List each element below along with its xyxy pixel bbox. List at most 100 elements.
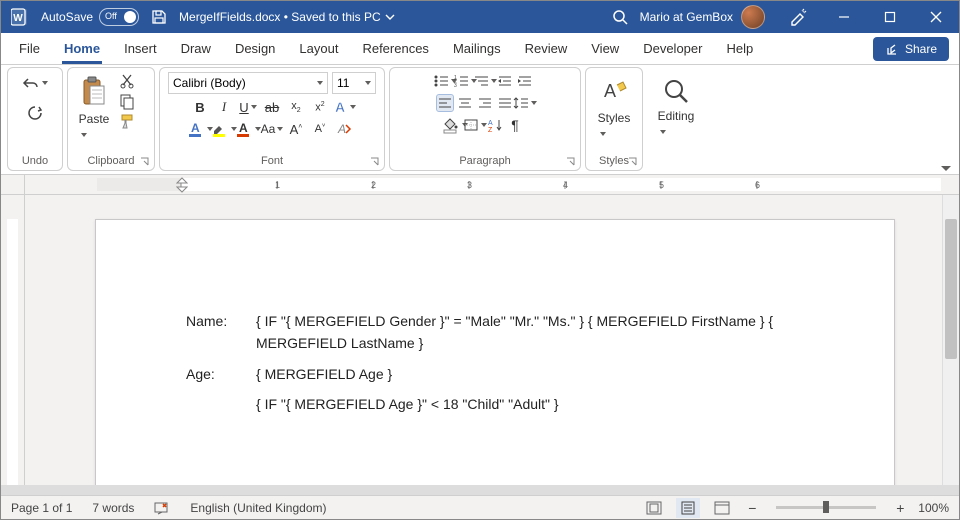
field-value: { IF "{ MERGEFIELD Gender }" = "Male" "M…: [256, 310, 804, 355]
tab-file[interactable]: File: [7, 32, 52, 64]
search-button[interactable]: [600, 9, 640, 25]
styles-button[interactable]: A Styles: [592, 72, 636, 144]
zoom-slider[interactable]: [776, 506, 876, 509]
svg-text:Z: Z: [488, 127, 493, 134]
group-undo-label: Undo: [8, 153, 62, 170]
editing-button[interactable]: Editing: [653, 71, 699, 143]
align-right-button[interactable]: [476, 94, 494, 112]
text-effects-button[interactable]: A: [335, 98, 353, 116]
status-language[interactable]: English (United Kingdom): [190, 501, 326, 515]
minimize-button[interactable]: [821, 1, 867, 33]
tab-references[interactable]: References: [350, 32, 440, 64]
decrease-indent-button[interactable]: [496, 72, 514, 90]
redo-button[interactable]: [20, 102, 50, 124]
subscript-button[interactable]: x2: [287, 98, 305, 116]
status-words[interactable]: 7 words: [92, 501, 134, 515]
document-body[interactable]: Name: { IF "{ MERGEFIELD Gender }" = "Ma…: [96, 220, 894, 416]
strikethrough-button[interactable]: ab: [263, 98, 281, 116]
tab-draw[interactable]: Draw: [169, 32, 223, 64]
bold-button[interactable]: B: [191, 98, 209, 116]
title-bar: W AutoSave Off MergeIfFields.docx • Save…: [1, 1, 959, 33]
multilevel-button[interactable]: [476, 72, 494, 90]
group-styles: A Styles Styles: [585, 67, 643, 171]
group-paragraph: 123 AZ ¶ Paragraph: [389, 67, 581, 171]
tab-review[interactable]: Review: [513, 32, 580, 64]
align-center-button[interactable]: [456, 94, 474, 112]
close-button[interactable]: [913, 1, 959, 33]
group-font: Calibri (Body) 11 B I U ab x2 x2 A A A A…: [159, 67, 385, 171]
zoom-out-button[interactable]: −: [744, 500, 760, 516]
share-button[interactable]: Share: [873, 37, 949, 61]
format-painter-button[interactable]: [118, 112, 136, 130]
font-name-combo[interactable]: Calibri (Body): [168, 72, 328, 94]
paragraph-launcher-icon[interactable]: [566, 157, 576, 167]
tab-help[interactable]: Help: [714, 32, 765, 64]
increase-indent-button[interactable]: [516, 72, 534, 90]
font-size-combo[interactable]: 11: [332, 72, 376, 94]
vertical-ruler[interactable]: [1, 195, 25, 485]
tab-design[interactable]: Design: [223, 32, 287, 64]
tab-home[interactable]: Home: [52, 32, 112, 64]
underline-button[interactable]: U: [239, 98, 257, 116]
paste-icon: [80, 76, 108, 108]
group-paragraph-label: Paragraph: [390, 153, 580, 170]
tab-insert[interactable]: Insert: [112, 32, 169, 64]
view-web-button[interactable]: [710, 498, 734, 518]
numbering-button[interactable]: 123: [456, 72, 474, 90]
show-marks-button[interactable]: ¶: [506, 116, 524, 134]
field-value: { MERGEFIELD Age }: [256, 363, 804, 385]
change-case-button[interactable]: Aa: [263, 120, 281, 138]
title-dropdown-icon[interactable]: [385, 13, 395, 21]
zoom-in-button[interactable]: +: [892, 500, 908, 516]
svg-text:3: 3: [454, 83, 457, 89]
italic-button[interactable]: I: [215, 98, 233, 116]
highlight-button[interactable]: [215, 120, 233, 138]
shrink-font-button[interactable]: A˅: [311, 120, 329, 138]
grow-font-button[interactable]: A˄: [287, 120, 305, 138]
user-account[interactable]: Mario at GemBox: [640, 5, 765, 29]
superscript-button[interactable]: x2: [311, 98, 329, 116]
sort-button[interactable]: AZ: [486, 116, 504, 134]
save-button[interactable]: [149, 7, 169, 27]
view-print-button[interactable]: [676, 498, 700, 518]
view-focus-button[interactable]: [642, 498, 666, 518]
first-line-indent-marker[interactable]: [176, 177, 188, 193]
vertical-scrollbar[interactable]: [942, 195, 959, 485]
clear-formatting-button[interactable]: A: [335, 120, 353, 138]
font-color-button[interactable]: A: [239, 120, 257, 138]
maximize-button[interactable]: [867, 1, 913, 33]
status-spellcheck[interactable]: [154, 501, 170, 515]
autosave-toggle[interactable]: AutoSave Off: [41, 8, 139, 26]
align-left-button[interactable]: [436, 94, 454, 112]
tab-view[interactable]: View: [579, 32, 631, 64]
shading-button[interactable]: [446, 116, 464, 134]
document-title[interactable]: MergeIfFields.docx • Saved to this PC: [179, 10, 381, 24]
coming-soon-button[interactable]: [775, 1, 821, 33]
group-undo: Undo: [7, 67, 63, 171]
svg-text:A: A: [488, 120, 493, 127]
bullets-button[interactable]: [436, 72, 454, 90]
zoom-level[interactable]: 100%: [918, 501, 949, 515]
horizontal-ruler[interactable]: 123456: [1, 175, 959, 195]
field-row: Name: { IF "{ MERGEFIELD Gender }" = "Ma…: [186, 310, 804, 355]
document-canvas[interactable]: Name: { IF "{ MERGEFIELD Gender }" = "Ma…: [25, 195, 942, 485]
justify-button[interactable]: [496, 94, 514, 112]
user-name: Mario at GemBox: [640, 10, 733, 24]
tab-layout[interactable]: Layout: [287, 32, 350, 64]
clipboard-launcher-icon[interactable]: [140, 157, 150, 167]
font-launcher-icon[interactable]: [370, 157, 380, 167]
undo-button[interactable]: [15, 72, 55, 94]
tab-developer[interactable]: Developer: [631, 32, 714, 64]
tab-mailings[interactable]: Mailings: [441, 32, 513, 64]
svg-text:A: A: [335, 99, 345, 115]
cut-button[interactable]: [118, 72, 136, 90]
copy-button[interactable]: [118, 92, 136, 110]
group-clipboard: Paste Clipboard: [67, 67, 155, 171]
line-spacing-button[interactable]: [516, 94, 534, 112]
styles-launcher-icon[interactable]: [628, 157, 638, 167]
paste-button[interactable]: Paste: [74, 72, 114, 144]
borders-button[interactable]: [466, 116, 484, 134]
avatar: [741, 5, 765, 29]
font-color2-button[interactable]: A: [191, 120, 209, 138]
status-page[interactable]: Page 1 of 1: [11, 501, 72, 515]
